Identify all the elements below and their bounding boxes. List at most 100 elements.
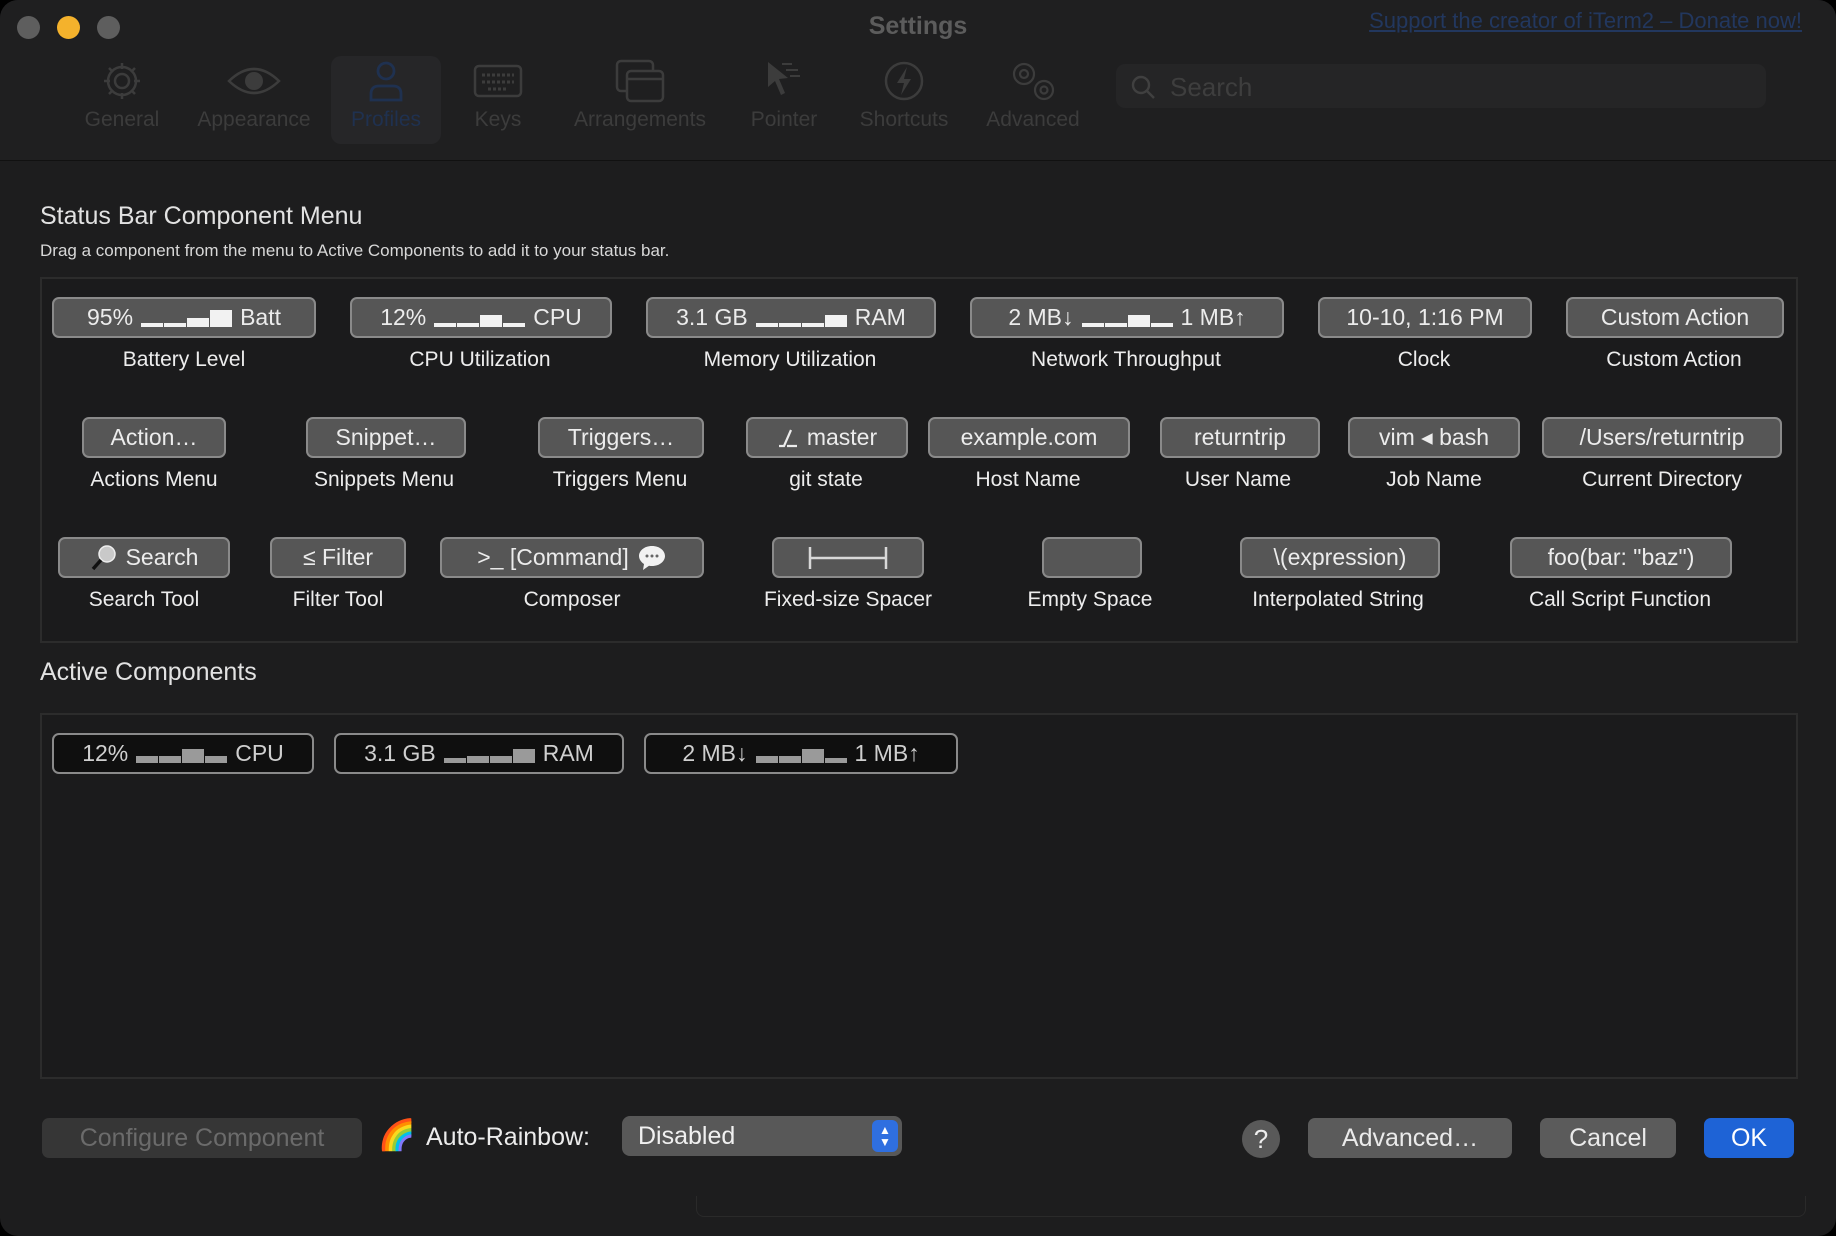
sparkline xyxy=(136,745,228,763)
chip-unit: CPU xyxy=(235,740,284,766)
active-chip-network[interactable]: 2 MB↓ 1 MB↑ xyxy=(644,733,958,774)
chip-call-script-function[interactable]: foo(bar: "baz") xyxy=(1510,537,1732,578)
tab-keys[interactable]: Keys xyxy=(458,56,538,144)
tab-profiles[interactable]: Profiles xyxy=(331,56,441,144)
tab-appearance[interactable]: Appearance xyxy=(188,56,320,144)
tab-shortcuts[interactable]: Shortcuts xyxy=(848,56,960,144)
chip-empty-space[interactable] xyxy=(1042,537,1142,578)
label-empty-space: Empty Space xyxy=(1027,588,1153,611)
chip-composer[interactable]: >_ [Command] xyxy=(440,537,704,578)
chip-fixed-size-spacer[interactable] xyxy=(772,537,924,578)
chip-git-state[interactable]: master xyxy=(746,417,908,458)
chip-clock[interactable]: 10-10, 1:16 PM xyxy=(1318,297,1532,338)
chip-text: foo(bar: "baz") xyxy=(1547,544,1695,570)
chip-value: 12% xyxy=(82,740,129,766)
chip-text: \(expression) xyxy=(1273,544,1407,570)
chip-network[interactable]: 2 MB↓ 1 MB↑ xyxy=(970,297,1284,338)
chip-text: vim ◂ bash xyxy=(1379,424,1489,450)
label-battery-level: Battery Level xyxy=(122,348,246,371)
configure-component-button[interactable]: Configure Component xyxy=(42,1118,362,1158)
label-interpolated-string: Interpolated String xyxy=(1252,588,1424,611)
tab-keys-label: Keys xyxy=(474,108,522,131)
chip-cpu[interactable]: 12% CPU xyxy=(350,297,612,338)
sparkline xyxy=(141,309,233,327)
auto-rainbow-select[interactable]: Disabled ▲ ▼ xyxy=(622,1116,902,1156)
label-snippets-menu: Snippets Menu xyxy=(313,468,455,491)
chip-battery[interactable]: 95% Batt xyxy=(52,297,316,338)
chip-text: Action… xyxy=(110,424,198,450)
eye-icon xyxy=(227,67,281,95)
chip-value: 3.1 GB xyxy=(364,740,436,766)
person-icon xyxy=(369,61,403,102)
chip-interpolated-string[interactable]: \(expression) xyxy=(1240,537,1440,578)
chip-value: 12% xyxy=(380,304,427,330)
chip-triggers-menu[interactable]: Triggers… xyxy=(538,417,704,458)
chip-host-name[interactable]: example.com xyxy=(928,417,1130,458)
sparkline xyxy=(755,745,847,763)
label-cpu-utilization: CPU Utilization xyxy=(409,348,551,371)
chip-unit: RAM xyxy=(854,304,906,330)
divider xyxy=(696,1196,1806,1217)
chip-unit: 1 MB↑ xyxy=(1180,304,1246,330)
label-git-state: git state xyxy=(789,468,863,491)
chip-text: 10-10, 1:16 PM xyxy=(1346,304,1504,330)
chip-unit: Batt xyxy=(240,304,281,330)
label-fixed-size-spacer: Fixed-size Spacer xyxy=(763,588,933,611)
chip-custom-action[interactable]: Custom Action xyxy=(1566,297,1784,338)
chip-unit: RAM xyxy=(542,740,594,766)
label-actions-menu: Actions Menu xyxy=(90,468,218,491)
tab-pointer[interactable]: Pointer xyxy=(738,56,830,144)
chip-text: returntrip xyxy=(1193,424,1287,450)
tab-appearance-label: Appearance xyxy=(197,108,311,131)
auto-rainbow-label: Auto-Rainbow: xyxy=(426,1123,590,1151)
label-search-tool: Search Tool xyxy=(88,588,200,611)
chip-value: 2 MB↓ xyxy=(682,740,748,766)
cancel-button[interactable]: Cancel xyxy=(1540,1118,1676,1158)
label-host-name: Host Name xyxy=(975,468,1081,491)
chip-snippets-menu[interactable]: Snippet… xyxy=(306,417,466,458)
menu-title: Status Bar Component Menu xyxy=(40,202,363,230)
sparkline xyxy=(434,309,526,327)
chip-memory[interactable]: 3.1 GB RAM xyxy=(646,297,936,338)
settings-search[interactable] xyxy=(1116,64,1766,110)
tab-advanced[interactable]: Advanced xyxy=(978,56,1088,144)
help-button[interactable]: ? xyxy=(1242,1120,1280,1158)
label-network-throughput: Network Throughput xyxy=(1031,348,1221,371)
donate-link[interactable]: Support the creator of iTerm2 – Donate n… xyxy=(1369,8,1802,34)
chip-filter-tool[interactable]: ≤ Filter xyxy=(270,537,406,578)
sparkline xyxy=(443,745,535,763)
menu-subtitle: Drag a component from the menu to Active… xyxy=(40,241,670,260)
chevron-updown-icon: ▲ ▼ xyxy=(872,1120,898,1152)
ok-button[interactable]: OK xyxy=(1704,1118,1794,1158)
chip-current-directory[interactable]: /Users/returntrip xyxy=(1542,417,1782,458)
spacer-icon xyxy=(808,546,888,569)
chip-value: 2 MB↓ xyxy=(1008,304,1074,330)
tab-pointer-label: Pointer xyxy=(750,108,818,131)
windows-icon xyxy=(615,59,665,103)
active-chip-ram[interactable]: 3.1 GB RAM xyxy=(334,733,624,774)
search-input[interactable] xyxy=(1168,64,1752,110)
chip-search-tool[interactable]: Search xyxy=(58,537,230,578)
sparkline xyxy=(755,309,847,327)
label-clock: Clock xyxy=(1397,348,1451,371)
chip-job-name[interactable]: vim ◂ bash xyxy=(1348,417,1520,458)
label-filter-tool: Filter Tool xyxy=(292,588,384,611)
tab-general[interactable]: General xyxy=(70,56,174,144)
chip-actions-menu[interactable]: Action… xyxy=(82,417,226,458)
chip-unit: CPU xyxy=(533,304,582,330)
git-branch-icon xyxy=(778,429,797,447)
gear-icon xyxy=(104,63,140,99)
chip-text: /Users/returntrip xyxy=(1579,424,1745,450)
chip-user-name[interactable]: returntrip xyxy=(1160,417,1320,458)
label-current-directory: Current Directory xyxy=(1582,468,1742,491)
tab-arrangements[interactable]: Arrangements xyxy=(560,56,720,144)
label-user-name: User Name xyxy=(1184,468,1292,491)
chip-value: 95% xyxy=(87,304,134,330)
tab-arrangements-label: Arrangements xyxy=(574,108,706,131)
active-chip-cpu[interactable]: 12% CPU xyxy=(52,733,314,774)
advanced-button[interactable]: Advanced… xyxy=(1308,1118,1512,1158)
search-icon xyxy=(1131,75,1155,99)
gears-icon xyxy=(1012,62,1055,101)
label-composer: Composer xyxy=(523,588,621,611)
tab-profiles-label: Profiles xyxy=(350,108,422,131)
